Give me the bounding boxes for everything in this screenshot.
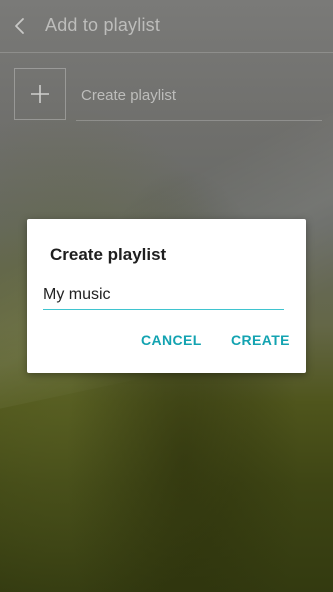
create-playlist-label: Create playlist [81,87,177,104]
chevron-left-icon [15,18,24,34]
screen: Add to playlist Create playlist Create p… [0,0,333,592]
create-playlist-underline [76,120,322,121]
app-header: Add to playlist [0,0,333,52]
create-playlist-row[interactable]: Create playlist [14,68,322,122]
create-playlist-dialog: Create playlist CANCEL CREATE [27,219,306,373]
add-playlist-button[interactable] [14,68,66,120]
page-title: Add to playlist [45,15,161,35]
header-divider [0,52,333,53]
cancel-button[interactable]: CANCEL [141,332,202,348]
back-button[interactable] [6,10,34,42]
create-button[interactable]: CREATE [231,332,290,348]
dialog-title: Create playlist [50,245,167,264]
playlist-name-input[interactable] [43,281,284,310]
plus-icon [31,85,49,103]
